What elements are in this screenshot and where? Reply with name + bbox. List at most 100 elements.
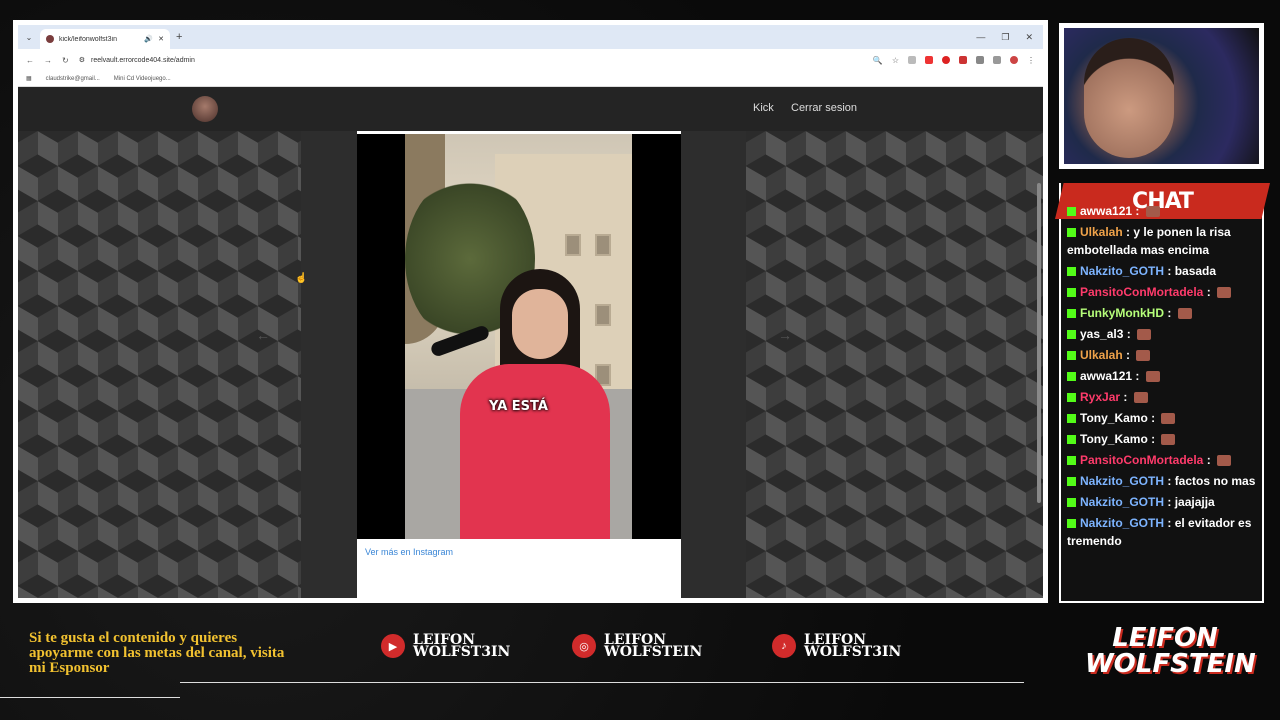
divider bbox=[0, 697, 180, 698]
extension-icon[interactable] bbox=[925, 56, 933, 64]
chat-message: Nakzito_GOTH : basada bbox=[1067, 262, 1256, 280]
browser-toolbar: ← → ↻ ⚙ reelvault.errorcode404.site/admi… bbox=[18, 49, 1043, 71]
opera-icon[interactable] bbox=[942, 56, 950, 64]
forward-icon[interactable]: → bbox=[44, 56, 52, 65]
chat-username[interactable]: Nakzito_GOTH bbox=[1080, 474, 1164, 488]
webpage: Kick Cerrar sesion ← → YA ESTÁ Ver más e… bbox=[18, 87, 1043, 598]
prev-arrow-icon[interactable]: ← bbox=[256, 327, 270, 343]
media-icon[interactable] bbox=[993, 56, 1001, 64]
browser-capture: ⌄ kick/leifonwolfst3in 🔊 ✕ + — ❐ ✕ ← → ↻ bbox=[13, 20, 1048, 603]
chat-message: Ulkalah : y le ponen la risa embotellada… bbox=[1067, 225, 1231, 257]
back-icon[interactable]: ← bbox=[26, 56, 34, 65]
emote-icon bbox=[1137, 329, 1152, 341]
kick-badge-icon bbox=[1067, 228, 1076, 238]
chat-text: basada bbox=[1174, 264, 1217, 278]
chat-message: Tony_Kamo : bbox=[1067, 409, 1256, 427]
chat-username[interactable]: PansitoConMortadela bbox=[1080, 285, 1203, 299]
browser-tab[interactable]: kick/leifonwolfst3in 🔊 ✕ bbox=[40, 29, 170, 49]
instagram-link[interactable]: Ver más en Instagram bbox=[365, 547, 453, 557]
extension-icon[interactable] bbox=[908, 56, 916, 64]
channel-logo: LEIFON WOLFSTEIN bbox=[1085, 623, 1256, 677]
chat-message: Ulkalah : bbox=[1067, 346, 1256, 364]
kick-badge-icon bbox=[1067, 207, 1076, 217]
kick-badge-icon bbox=[1067, 435, 1076, 445]
kick-badge-icon bbox=[1067, 267, 1076, 277]
avatar[interactable] bbox=[192, 96, 218, 122]
browser-window: ⌄ kick/leifonwolfst3in 🔊 ✕ + — ❐ ✕ ← → ↻ bbox=[18, 25, 1043, 598]
chat-username[interactable]: PansitoConMortadela bbox=[1080, 453, 1203, 467]
video-player[interactable]: YA ESTÁ bbox=[357, 134, 681, 539]
chat-panel: CHAT awwa121 : Ulkalah : y le ponen la r… bbox=[1055, 183, 1270, 603]
zoom-icon[interactable]: 🔍 bbox=[873, 56, 883, 65]
tab-strip: ⌄ kick/leifonwolfst3in 🔊 ✕ + — ❐ ✕ bbox=[18, 25, 1043, 49]
bookmark-star-icon[interactable]: ☆ bbox=[892, 56, 899, 65]
tab-search-icon[interactable]: ⌄ bbox=[18, 33, 40, 42]
background-pattern bbox=[746, 131, 1043, 598]
kick-badge-icon bbox=[1067, 372, 1076, 382]
tiktok-icon: ♪ bbox=[772, 634, 796, 658]
chat-username[interactable]: Nakzito_GOTH bbox=[1080, 495, 1164, 509]
webcam-feed bbox=[1064, 28, 1259, 164]
url-text: reelvault.errorcode404.site/admin bbox=[90, 56, 195, 64]
chat-message: FunkyMonkHD : bbox=[1067, 304, 1256, 322]
nav-kick-link[interactable]: Kick bbox=[753, 102, 774, 114]
chat-message: RyxJar : bbox=[1067, 388, 1256, 406]
kick-badge-icon bbox=[1067, 498, 1076, 508]
chat-username[interactable]: Tony_Kamo bbox=[1080, 411, 1148, 425]
emote-icon bbox=[1217, 455, 1232, 467]
minimize-icon[interactable]: — bbox=[976, 32, 985, 43]
hand-cursor-icon: ☝ bbox=[295, 273, 308, 284]
chat-username[interactable]: FunkyMonkHD bbox=[1080, 306, 1164, 320]
reload-icon[interactable]: ↻ bbox=[62, 56, 69, 65]
gmail-icon[interactable] bbox=[959, 56, 967, 64]
emote-icon bbox=[1136, 350, 1151, 362]
window-close-icon[interactable]: ✕ bbox=[1025, 32, 1033, 43]
chat-username[interactable]: awwa121 bbox=[1080, 369, 1132, 383]
chat-username[interactable]: Tony_Kamo bbox=[1080, 432, 1148, 446]
extensions-bar: 🔍 ☆ ⋮ bbox=[873, 56, 1035, 65]
logo-line: LEIFON bbox=[1112, 623, 1218, 653]
bookmarks-bar: ▦ claudstrike@gmail... Mini Cd Videojueg… bbox=[18, 71, 1043, 87]
scrollbar[interactable] bbox=[1037, 183, 1041, 503]
chat-username[interactable]: yas_al3 bbox=[1080, 327, 1123, 341]
divider bbox=[180, 682, 1024, 683]
bookmark-item[interactable]: claudstrike@gmail... bbox=[46, 76, 100, 82]
chat-username[interactable]: RyxJar bbox=[1080, 390, 1120, 404]
chat-message: yas_al3 : bbox=[1067, 325, 1256, 343]
menu-dots-icon[interactable]: ⋮ bbox=[1027, 56, 1035, 65]
tiktok-handle: LEIFON WOLFST3IN bbox=[804, 632, 902, 660]
nav-logout-link[interactable]: Cerrar sesion bbox=[791, 102, 857, 114]
emote-icon bbox=[1145, 206, 1160, 218]
kick-badge-icon bbox=[1067, 456, 1076, 466]
site-info-icon[interactable]: ⚙ bbox=[79, 56, 85, 64]
restore-icon[interactable]: ❐ bbox=[1001, 32, 1009, 43]
background-pattern bbox=[18, 131, 301, 598]
audio-icon[interactable]: 🔊 bbox=[144, 35, 153, 43]
tab-close-icon[interactable]: ✕ bbox=[158, 35, 164, 43]
next-arrow-icon[interactable]: → bbox=[778, 327, 792, 343]
puzzle-icon[interactable] bbox=[976, 56, 984, 64]
tiktok-social: ♪ LEIFON WOLFST3IN bbox=[772, 632, 914, 660]
youtube-social: ▶ LEIFON WOLFST3IN bbox=[381, 633, 523, 659]
chat-message: awwa121 : bbox=[1067, 367, 1256, 385]
chat-username[interactable]: Ulkalah bbox=[1080, 348, 1123, 362]
address-bar[interactable]: ⚙ reelvault.errorcode404.site/admin bbox=[79, 52, 863, 68]
site-header: Kick Cerrar sesion bbox=[18, 87, 1043, 131]
kick-badge-icon bbox=[1067, 519, 1076, 529]
chat-message: Nakzito_GOTH : el evitador es tremendo bbox=[1067, 516, 1252, 548]
youtube-icon: ▶ bbox=[381, 634, 405, 658]
profile-icon[interactable] bbox=[1010, 56, 1018, 64]
new-tab-icon[interactable]: + bbox=[176, 31, 182, 43]
chat-username[interactable]: awwa121 bbox=[1080, 204, 1132, 218]
video-caption: YA ESTÁ bbox=[489, 399, 548, 414]
chat-username[interactable]: Nakzito_GOTH bbox=[1080, 264, 1164, 278]
streamer bbox=[1084, 38, 1174, 158]
chat-username[interactable]: Ulkalah bbox=[1080, 225, 1123, 239]
instagram-social: ◎ LEIFON WOLFSTEIN bbox=[572, 633, 714, 659]
apps-grid-icon[interactable]: ▦ bbox=[26, 75, 32, 82]
chat-message: PansitoConMortadela : bbox=[1067, 283, 1256, 301]
bookmark-item[interactable]: Mini Cd Videojuego... bbox=[114, 76, 171, 82]
emote-icon bbox=[1161, 413, 1176, 425]
chat-username[interactable]: Nakzito_GOTH bbox=[1080, 516, 1164, 530]
kick-badge-icon bbox=[1067, 477, 1076, 487]
